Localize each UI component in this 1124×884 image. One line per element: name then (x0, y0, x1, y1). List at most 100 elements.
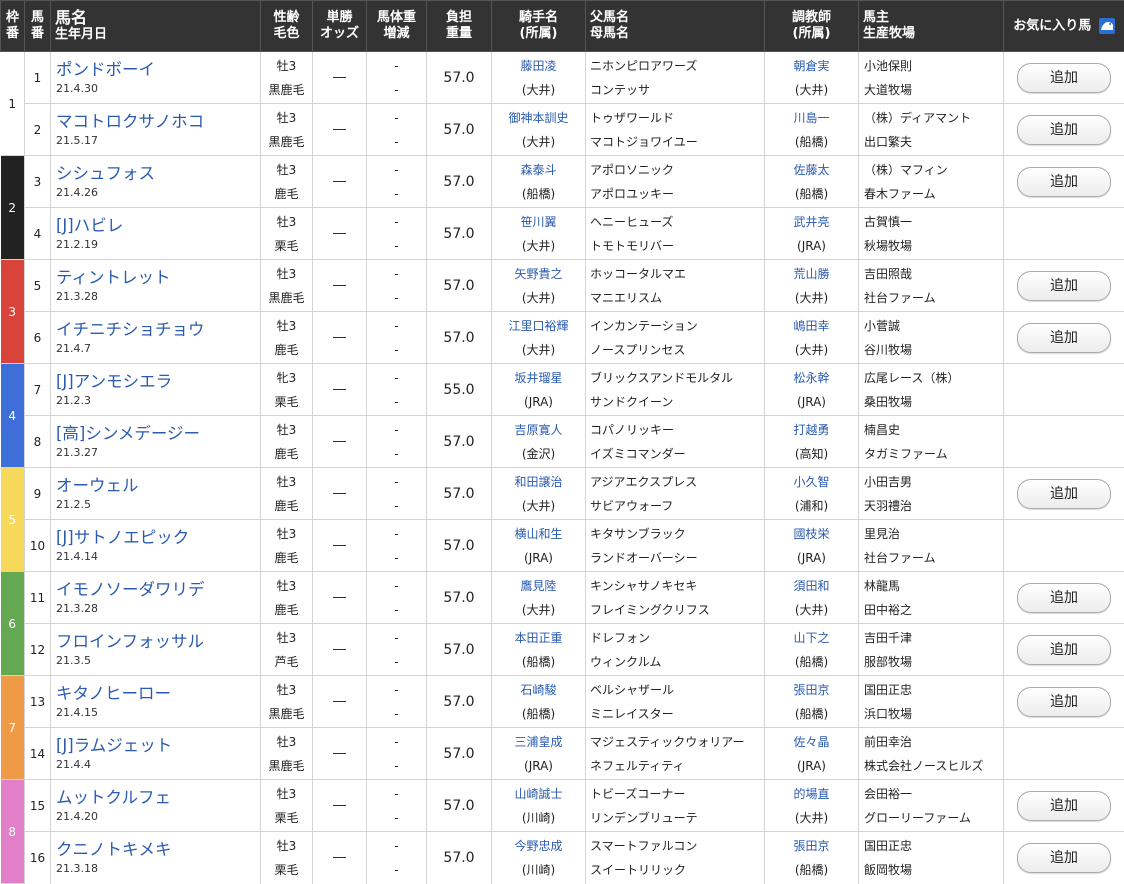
jockey-name-link[interactable]: 森泰斗 (492, 158, 585, 182)
jockey-name-link[interactable]: 横山和生 (492, 522, 585, 546)
trainer-name-link[interactable]: 須田和 (765, 574, 858, 598)
jockey-cell: 森泰斗(船橋) (492, 156, 586, 208)
carried-weight: 57.0 (427, 832, 492, 884)
horse-name-link[interactable]: マコトロクサノホコ (56, 111, 260, 133)
add-favorite-button[interactable]: 追加 (1017, 323, 1111, 353)
add-favorite-button[interactable]: 追加 (1017, 635, 1111, 665)
trainer-name-link[interactable]: 小久智 (765, 470, 858, 494)
add-favorite-button[interactable]: 追加 (1017, 687, 1111, 717)
add-favorite-button[interactable]: 追加 (1017, 271, 1111, 301)
horse-name-link[interactable]: イチニチショチョウ (56, 319, 260, 341)
sire-name: トビーズコーナー (590, 782, 764, 806)
horse-birthdate: 21.4.20 (56, 809, 260, 825)
jockey-name-link[interactable]: 石崎駿 (492, 678, 585, 702)
horse-name-link[interactable]: フロインフォッサル (56, 631, 260, 653)
jockey-name-link[interactable]: 今野忠成 (492, 834, 585, 858)
add-favorite-button[interactable]: 追加 (1017, 115, 1111, 145)
jockey-name-link[interactable]: 笹川翼 (492, 210, 585, 234)
horse-name-link[interactable]: ポンドボーイ (56, 59, 260, 81)
carried-weight: 55.0 (427, 364, 492, 416)
jockey-name-link[interactable]: 三浦皇成 (492, 730, 585, 754)
table-row: 23シシュフォス21.4.26牡3鹿毛―--57.0森泰斗(船橋)アポロソニック… (1, 156, 1124, 208)
trainer-cell: 張田京(船橋) (765, 832, 859, 884)
horse-name-link[interactable]: [J]ラムジェット (56, 735, 260, 757)
jockey-name-link[interactable]: 和田譲治 (492, 470, 585, 494)
horse-name-link[interactable]: ムットクルフェ (56, 787, 260, 809)
jockey-name-link[interactable]: 矢野貴之 (492, 262, 585, 286)
horse-name-link[interactable]: [J]アンモシエラ (56, 371, 260, 393)
weight-change-cell: -- (367, 260, 427, 312)
owner-name: 林龍馬 (864, 574, 1003, 598)
sex-age-coat-cell: 牡3鹿毛 (261, 520, 313, 572)
trainer-cell: 國枝栄(JRA) (765, 520, 859, 572)
add-favorite-button[interactable]: 追加 (1017, 479, 1111, 509)
trainer-affiliation: (高知) (765, 442, 858, 466)
jockey-name-link[interactable]: 御神本訓史 (492, 106, 585, 130)
trainer-name-link[interactable]: 嶋田幸 (765, 314, 858, 338)
horse-name-link[interactable]: [高]シンメデージー (56, 423, 260, 445)
trainer-name-link[interactable]: 的場直 (765, 782, 858, 806)
trainer-name-link[interactable]: 朝倉実 (765, 54, 858, 78)
horse-name-link[interactable]: [J]サトノエピック (56, 527, 260, 549)
jockey-affiliation: (大井) (492, 78, 585, 102)
dam-name: マコトジョワイユー (590, 130, 764, 154)
add-favorite-button[interactable]: 追加 (1017, 843, 1111, 873)
table-row: 10[J]サトノエピック21.4.14牡3鹿毛―--57.0横山和生(JRA)キ… (1, 520, 1124, 572)
trainer-name-link[interactable]: 打越勇 (765, 418, 858, 442)
jockey-name-link[interactable]: 藤田凌 (492, 54, 585, 78)
owner-cell: 古賀慎一秋場牧場 (859, 208, 1004, 260)
horse-number: 6 (25, 312, 51, 364)
table-row: 4[J]ハビレ21.2.19牡3栗毛―--57.0笹川翼(大井)ヘニーヒューズト… (1, 208, 1124, 260)
favorite-cell: 追加 (1004, 104, 1124, 156)
add-favorite-button[interactable]: 追加 (1017, 167, 1111, 197)
horse-number: 15 (25, 780, 51, 832)
jockey-name-link[interactable]: 江里口裕輝 (492, 314, 585, 338)
trainer-name-link[interactable]: 川島一 (765, 106, 858, 130)
trainer-name-link[interactable]: 松永幹 (765, 366, 858, 390)
col-header-pedigree: 父馬名母馬名 (586, 1, 765, 52)
trainer-name-link[interactable]: 山下之 (765, 626, 858, 650)
sex-age: 牡3 (261, 418, 312, 442)
horse-name-link[interactable]: オーウェル (56, 475, 260, 497)
jockey-name-link[interactable]: 坂井瑠星 (492, 366, 585, 390)
dam-name: スイートリリック (590, 858, 764, 882)
jockey-name-link[interactable]: 本田正重 (492, 626, 585, 650)
horse-name-link[interactable]: クニノトキメキ (56, 839, 260, 861)
horse-name-link[interactable]: キタノヒーロー (56, 683, 260, 705)
horse-name-cell: クニノトキメキ21.3.18 (51, 832, 261, 884)
jockey-name-link[interactable]: 鷹見陸 (492, 574, 585, 598)
jockey-name-link[interactable]: 吉原寛人 (492, 418, 585, 442)
trainer-name-link[interactable]: 佐藤太 (765, 158, 858, 182)
trainer-affiliation: (大井) (765, 286, 858, 310)
trainer-name-link[interactable]: 佐々晶 (765, 730, 858, 754)
add-favorite-button[interactable]: 追加 (1017, 791, 1111, 821)
trainer-name-link[interactable]: 荒山勝 (765, 262, 858, 286)
coat-color: 鹿毛 (261, 598, 312, 622)
coat-color: 鹿毛 (261, 494, 312, 518)
favorite-cell: 追加 (1004, 312, 1124, 364)
owner-name: 吉田照哉 (864, 262, 1003, 286)
trainer-name-link[interactable]: 張田京 (765, 678, 858, 702)
coat-color: 芦毛 (261, 650, 312, 674)
horse-name-link[interactable]: イモノソーダワリデ (56, 579, 260, 601)
horse-name-link[interactable]: シシュフォス (56, 163, 260, 185)
carried-weight: 57.0 (427, 312, 492, 364)
trainer-name-link[interactable]: 張田京 (765, 834, 858, 858)
dam-name: サビアウォーフ (590, 494, 764, 518)
horse-number: 1 (25, 52, 51, 104)
trainer-name-link[interactable]: 武井亮 (765, 210, 858, 234)
jockey-name-link[interactable]: 山崎誠士 (492, 782, 585, 806)
col-header-weightchg: 馬体重増減 (367, 1, 427, 52)
body-weight: - (367, 314, 426, 338)
breeder-name: 大道牧場 (864, 78, 1003, 102)
add-favorite-button[interactable]: 追加 (1017, 63, 1111, 93)
sex-age-coat-cell: 牡3芦毛 (261, 624, 313, 676)
frame-number-cell: 2 (1, 156, 25, 260)
add-favorite-button[interactable]: 追加 (1017, 583, 1111, 613)
body-weight: - (367, 470, 426, 494)
horse-name-link[interactable]: ティントレット (56, 267, 260, 289)
horse-name-link[interactable]: [J]ハビレ (56, 215, 260, 237)
pedigree-cell: ベルシャザールミニレイスター (586, 676, 765, 728)
trainer-name-link[interactable]: 國枝栄 (765, 522, 858, 546)
breeder-name: 服部牧場 (864, 650, 1003, 674)
